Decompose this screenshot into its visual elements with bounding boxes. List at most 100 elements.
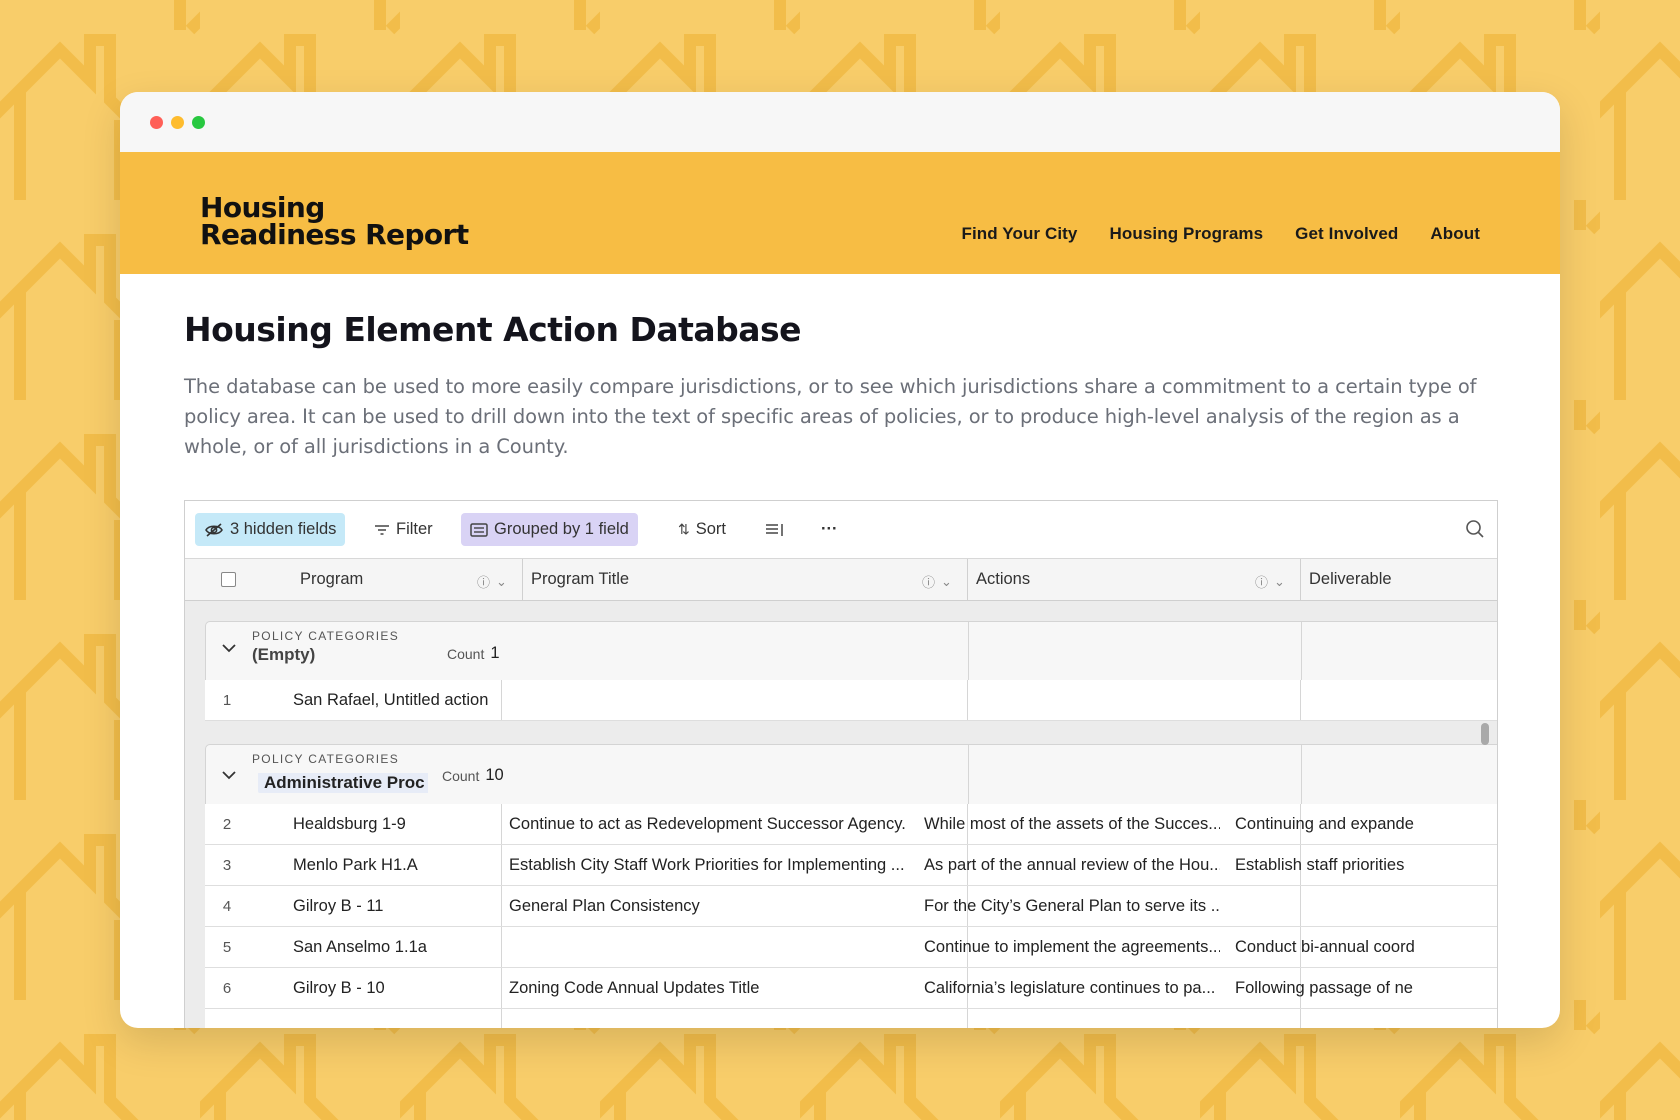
group-field-label: POLICY CATEGORIES xyxy=(252,752,400,766)
cell-actions[interactable]: California’s legislature continues to pa… xyxy=(924,968,1220,1008)
filter-label: Filter xyxy=(396,520,433,538)
filter-button[interactable]: Filter xyxy=(365,513,442,546)
maximize-window-button[interactable] xyxy=(192,116,205,129)
row-number: 6 xyxy=(222,979,232,997)
column-header-row: Program ⓘ ⌄ Program Title ⓘ ⌄ Actions ⓘ ⌄ D… xyxy=(185,559,1497,601)
grouped-button[interactable]: Grouped by 1 field xyxy=(461,513,638,546)
search-icon[interactable] xyxy=(1465,519,1485,539)
hidden-fields-button[interactable]: 3 hidden fields xyxy=(195,513,346,546)
main-content: Housing Element Action Database The data… xyxy=(120,274,1560,462)
chevron-down-icon[interactable]: ⌄ xyxy=(941,574,952,590)
main-nav: Find Your City Housing Programs Get Invo… xyxy=(961,224,1480,244)
logo-line-2: Readiness Report xyxy=(200,218,469,251)
table-row[interactable]: 6 Gilroy B - 10 Zoning Code Annual Updat… xyxy=(205,968,1497,1009)
group-count-value: 1 xyxy=(490,644,500,662)
group-header-administrative[interactable]: POLICY CATEGORIES Administrative Proc Co… xyxy=(205,744,1497,806)
browser-window: Housing Readiness Report Find Your City … xyxy=(120,92,1560,1028)
table-row[interactable] xyxy=(205,1009,1497,1028)
column-divider xyxy=(968,622,969,680)
cell-program[interactable]: San Anselmo 1.1a xyxy=(293,927,493,967)
group-count: Count 1 xyxy=(447,644,500,663)
more-options-button[interactable]: ··· xyxy=(812,513,846,546)
grouped-label: Grouped by 1 field xyxy=(494,520,629,538)
cell-deliverable[interactable]: Establish staff priorities xyxy=(1235,845,1497,885)
column-divider xyxy=(1301,622,1302,680)
table-row[interactable]: 1 San Rafael, Untitled action xyxy=(205,680,1497,721)
filter-icon xyxy=(375,524,389,535)
cell-program[interactable]: Gilroy B - 10 xyxy=(293,968,493,1008)
page-description: The database can be used to more easily … xyxy=(184,375,1477,458)
vertical-scrollbar[interactable] xyxy=(1481,723,1489,745)
window-titlebar xyxy=(120,92,1560,152)
column-header-program[interactable]: Program xyxy=(300,559,363,600)
cell-program-title[interactable] xyxy=(509,927,909,967)
cell-actions[interactable]: While most of the assets of the Succes..… xyxy=(924,804,1220,844)
cell-program[interactable]: Healdsburg 1-9 xyxy=(293,804,493,844)
cell-program[interactable]: Menlo Park H1.A xyxy=(293,845,493,885)
nav-housing-programs[interactable]: Housing Programs xyxy=(1109,224,1263,244)
cell-program-title[interactable]: General Plan Consistency xyxy=(509,886,909,926)
info-icon[interactable]: ⓘ xyxy=(1255,572,1268,591)
cell-actions[interactable] xyxy=(924,680,1220,720)
cell-deliverable[interactable]: Following passage of ne xyxy=(1235,968,1497,1008)
cell-actions[interactable]: As part of the annual review of the Hou.… xyxy=(924,845,1220,885)
column-header-deliverable[interactable]: Deliverable xyxy=(1309,559,1392,600)
logo-line-1: Housing xyxy=(200,191,325,224)
column-header-program-title[interactable]: Program Title xyxy=(531,559,629,600)
column-header-actions[interactable]: Actions xyxy=(976,559,1030,600)
grid-body: POLICY CATEGORIES (Empty) Count 1 1 San … xyxy=(185,601,1497,1028)
column-divider xyxy=(1301,745,1302,805)
close-window-button[interactable] xyxy=(150,116,163,129)
column-divider xyxy=(1300,1009,1301,1028)
cell-program[interactable]: Gilroy B - 11 xyxy=(293,886,493,926)
group-count: Count 10 xyxy=(442,766,504,785)
group-header-empty[interactable]: POLICY CATEGORIES (Empty) Count 1 xyxy=(205,621,1497,681)
sort-label: Sort xyxy=(695,520,726,538)
cell-actions[interactable]: Continue to implement the agreements... xyxy=(924,927,1220,967)
chevron-down-icon[interactable] xyxy=(222,767,236,785)
row-number: 3 xyxy=(222,856,232,874)
cell-actions[interactable]: For the City’s General Plan to serve its… xyxy=(924,886,1220,926)
column-label-actions: Actions xyxy=(976,570,1031,588)
table-row[interactable]: 2 Healdsburg 1-9 Continue to act as Rede… xyxy=(205,804,1497,845)
cell-deliverable[interactable]: Conduct bi-annual coord xyxy=(1235,927,1497,967)
column-divider xyxy=(967,559,968,600)
column-divider xyxy=(501,886,502,926)
nav-about[interactable]: About xyxy=(1430,224,1480,244)
row-number: 4 xyxy=(222,897,232,915)
cell-deliverable[interactable] xyxy=(1235,680,1497,720)
cell-program-title[interactable] xyxy=(509,680,909,720)
column-divider xyxy=(968,745,969,805)
cell-program[interactable]: San Rafael, Untitled action xyxy=(293,680,493,720)
table-row[interactable]: 4 Gilroy B - 11 General Plan Consistency… xyxy=(205,886,1497,927)
table-row[interactable]: 5 San Anselmo 1.1a Continue to implement… xyxy=(205,927,1497,968)
column-divider xyxy=(501,1009,502,1028)
chevron-down-icon[interactable]: ⌄ xyxy=(496,574,507,590)
cell-program-title[interactable]: Zoning Code Annual Updates Title xyxy=(509,968,909,1008)
page-title: Housing Element Action Database xyxy=(184,310,802,349)
minimize-window-button[interactable] xyxy=(171,116,184,129)
cell-program-title[interactable]: Continue to act as Redevelopment Success… xyxy=(509,804,909,844)
nav-get-involved[interactable]: Get Involved xyxy=(1295,224,1398,244)
cell-deliverable[interactable] xyxy=(1235,886,1497,926)
site-logo[interactable]: Housing Readiness Report xyxy=(200,191,469,251)
column-divider xyxy=(1300,559,1301,600)
group-field-label: POLICY CATEGORIES xyxy=(252,629,400,643)
grid-toolbar: 3 hidden fields Filter Grouped by 1 fiel… xyxy=(185,501,1497,559)
group-count-label: Count xyxy=(442,767,480,784)
group-value: (Empty) xyxy=(252,645,316,664)
row-height-button[interactable] xyxy=(756,513,794,546)
cell-deliverable[interactable]: Continuing and expande xyxy=(1235,804,1497,844)
info-icon[interactable]: ⓘ xyxy=(477,572,490,591)
chevron-down-icon[interactable] xyxy=(222,640,236,658)
nav-find-your-city[interactable]: Find Your City xyxy=(961,224,1077,244)
sort-button[interactable]: ⇅ Sort xyxy=(669,513,735,546)
chevron-down-icon[interactable]: ⌄ xyxy=(1274,574,1285,590)
cell-program-title[interactable]: Establish City Staff Work Priorities for… xyxy=(509,845,909,885)
row-height-icon xyxy=(766,523,783,536)
table-row[interactable]: 3 Menlo Park H1.A Establish City Staff W… xyxy=(205,845,1497,886)
column-actions-icons: ⓘ ⌄ xyxy=(1255,572,1285,591)
info-icon[interactable]: ⓘ xyxy=(922,572,935,591)
select-all-checkbox[interactable] xyxy=(221,572,236,587)
row-number: 2 xyxy=(222,815,232,833)
